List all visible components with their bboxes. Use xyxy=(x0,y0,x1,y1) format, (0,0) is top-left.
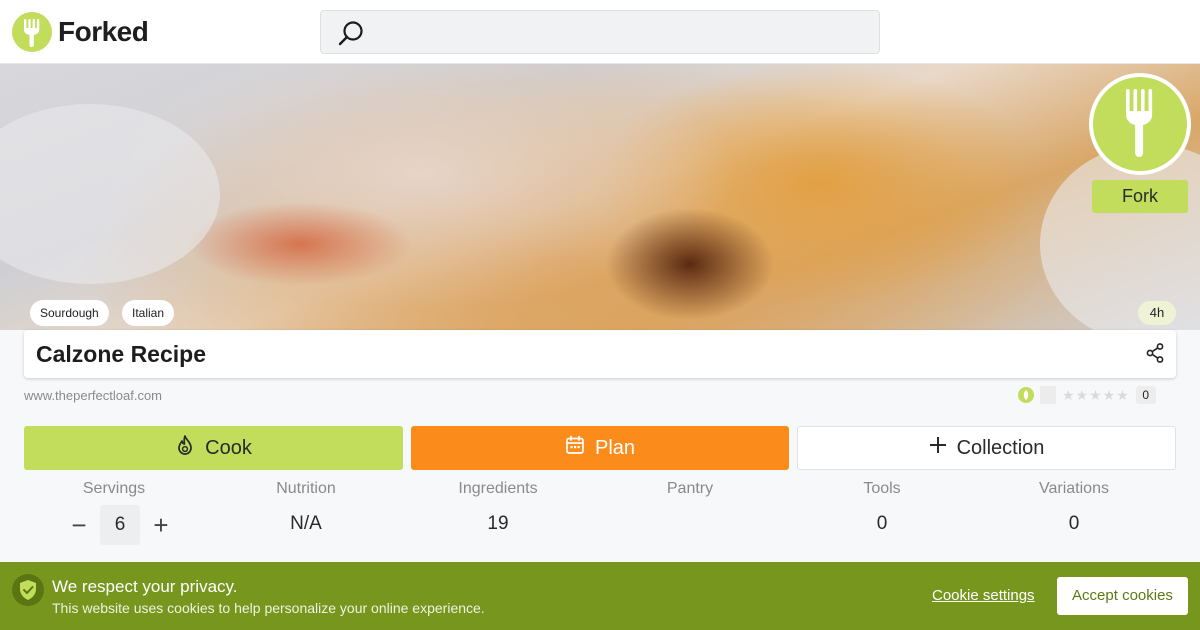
hero-plate-left xyxy=(0,104,220,284)
recipe-title: Calzone Recipe xyxy=(36,341,206,367)
plus-icon xyxy=(929,436,947,460)
fork-label[interactable]: Fork xyxy=(1092,180,1188,213)
share-icon[interactable] xyxy=(1146,343,1164,368)
servings-value[interactable]: 6 xyxy=(100,505,140,545)
rating-count: 0 xyxy=(1135,386,1156,404)
cookie-settings-link[interactable]: Cookie settings xyxy=(932,587,1035,604)
recipe-source-link[interactable]: www.theperfectloaf.com xyxy=(24,388,162,403)
brand-name: Forked xyxy=(58,16,149,47)
tools-value: 0 xyxy=(876,513,888,534)
fork-button[interactable] xyxy=(1089,73,1191,175)
accept-cookies-button[interactable]: Accept cookies xyxy=(1057,577,1188,615)
cookie-consent-bar: We respect your privacy. This website us… xyxy=(0,562,1200,630)
servings-stat: Servings − 6 + xyxy=(24,480,204,545)
tools-label: Tools xyxy=(863,480,901,497)
flame-icon xyxy=(175,434,195,462)
nutrition-value: N/A xyxy=(290,513,322,534)
variations-value: 0 xyxy=(1068,513,1080,534)
servings-increase-button[interactable]: + xyxy=(146,505,176,545)
top-header: Forked xyxy=(0,0,1200,64)
nutrition-stat[interactable]: Nutrition N/A xyxy=(216,480,396,535)
search-icon xyxy=(337,19,367,54)
ingredients-value: 19 xyxy=(487,513,509,534)
recipe-hero-image xyxy=(0,64,1200,330)
variations-stat[interactable]: Variations 0 xyxy=(984,480,1164,535)
rating-toggle[interactable] xyxy=(1040,386,1056,404)
plan-button-label: Plan xyxy=(594,436,636,459)
ingredients-stat[interactable]: Ingredients 19 xyxy=(408,480,588,535)
hero-plate-right xyxy=(1040,144,1200,330)
cookie-message: This website uses cookies to help person… xyxy=(52,600,485,616)
forked-logo[interactable]: Forked xyxy=(12,12,149,52)
time-badge: 4h xyxy=(1138,301,1176,325)
fork-icon xyxy=(1126,89,1153,157)
nutrition-label: Nutrition xyxy=(276,480,336,497)
rating-widget[interactable]: ★★★★★ 0 xyxy=(1018,386,1156,404)
tag-sourdough[interactable]: Sourdough xyxy=(30,300,109,326)
variations-label: Variations xyxy=(1039,480,1109,497)
cook-button-label: Cook xyxy=(205,436,252,459)
search-input[interactable] xyxy=(320,10,880,54)
star-rating[interactable]: ★★★★★ xyxy=(1062,387,1130,404)
recipe-title-card: Calzone Recipe xyxy=(24,330,1176,378)
tools-stat[interactable]: Tools 0 xyxy=(792,480,972,535)
pantry-stat[interactable]: Pantry xyxy=(600,480,780,513)
collection-button[interactable]: Collection xyxy=(797,426,1176,470)
cook-button[interactable]: Cook xyxy=(24,426,403,470)
plan-button[interactable]: Plan xyxy=(411,426,789,470)
tag-italian[interactable]: Italian xyxy=(122,300,175,326)
pantry-label: Pantry xyxy=(666,480,714,497)
ingredients-label: Ingredients xyxy=(458,480,538,497)
calendar-icon xyxy=(565,435,585,461)
fork-logo-icon xyxy=(12,12,52,52)
collection-button-label: Collection xyxy=(956,436,1045,459)
servings-stepper[interactable]: − 6 + xyxy=(64,505,176,545)
leaf-icon xyxy=(1018,387,1034,403)
shield-check-icon xyxy=(12,574,44,606)
servings-label: Servings xyxy=(82,480,146,497)
servings-decrease-button[interactable]: − xyxy=(64,505,94,545)
cookie-title: We respect your privacy. xyxy=(52,577,238,596)
